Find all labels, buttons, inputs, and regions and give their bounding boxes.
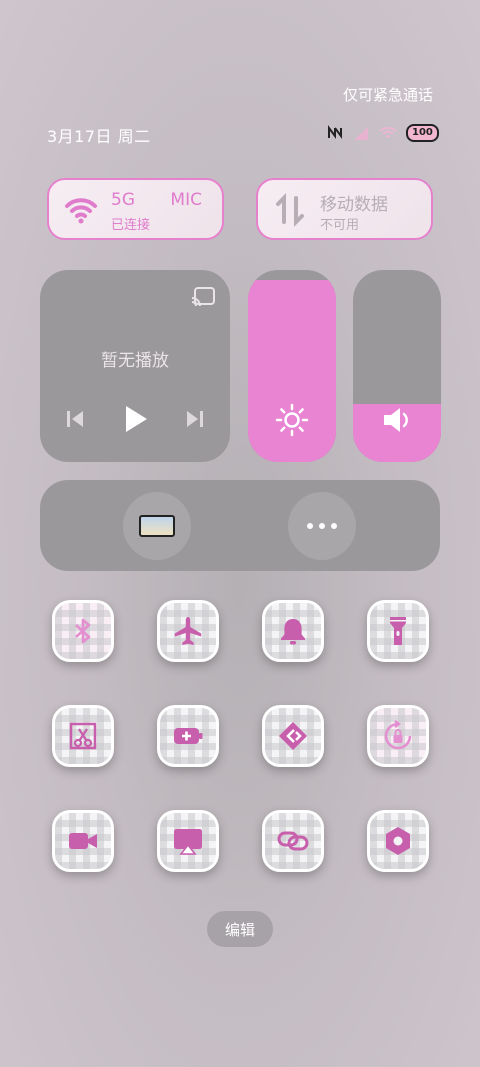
wifi-network-name: 5G xyxy=(111,190,135,210)
speaker-icon xyxy=(384,408,408,432)
sun-icon xyxy=(275,403,309,437)
mobile-data-status: 不可用 xyxy=(320,218,360,233)
volume-slider[interactable] xyxy=(353,270,441,462)
screen-mirror-button[interactable] xyxy=(123,492,191,560)
wifi-icon xyxy=(378,123,398,143)
screen-mirror-icon xyxy=(139,515,175,537)
screenshot-icon xyxy=(69,722,97,750)
screen-record-button[interactable] xyxy=(52,810,114,872)
wifi-status: 已连接 xyxy=(111,218,151,233)
airplane-icon xyxy=(174,617,202,645)
bluetooth-icon xyxy=(75,618,91,644)
screen-record-icon xyxy=(69,833,97,849)
battery-saver-toggle[interactable] xyxy=(157,705,219,767)
media-title: 暂无播放 xyxy=(101,351,169,371)
rotation-lock-icon xyxy=(384,720,412,750)
brightness-slider[interactable] xyxy=(248,270,336,462)
flashlight-icon xyxy=(390,617,406,645)
play-icon[interactable] xyxy=(120,404,150,434)
wifi-tile[interactable]: 5G MIC 已连接 xyxy=(47,178,224,240)
rotation-lock-toggle[interactable] xyxy=(367,705,429,767)
wifi-icon xyxy=(65,198,97,224)
settings-toggle[interactable] xyxy=(367,810,429,872)
nearby-share-toggle[interactable] xyxy=(262,705,324,767)
emergency-call-text: 仅可紧急通话 xyxy=(342,86,433,104)
data-arrows-icon xyxy=(276,193,304,227)
airplane-mode-toggle[interactable] xyxy=(157,600,219,662)
link-toggle[interactable] xyxy=(262,810,324,872)
status-bar: 100 xyxy=(326,122,439,144)
more-icon xyxy=(307,523,337,529)
bell-icon xyxy=(281,619,305,645)
cast-icon[interactable] xyxy=(190,286,216,308)
signal-icon xyxy=(352,123,370,143)
edit-button[interactable]: 编辑 xyxy=(207,911,273,947)
airplay-icon xyxy=(174,829,202,855)
ring-mode-toggle[interactable] xyxy=(262,600,324,662)
extra-controls-bar xyxy=(40,480,440,571)
bluetooth-toggle[interactable] xyxy=(52,600,114,662)
battery-saver-icon xyxy=(174,728,203,744)
nfc-icon xyxy=(326,123,344,143)
previous-icon[interactable] xyxy=(60,404,90,434)
media-player[interactable]: 暂无播放 xyxy=(40,270,230,462)
mobile-data-tile[interactable]: 移动数据 不可用 xyxy=(256,178,433,240)
date-text: 3月17日 周二 xyxy=(47,127,151,146)
nearby-share-icon xyxy=(279,722,307,750)
wifi-network-suffix: MIC xyxy=(170,190,202,210)
link-icon xyxy=(277,831,309,851)
airplay-button[interactable] xyxy=(157,810,219,872)
flashlight-toggle[interactable] xyxy=(367,600,429,662)
mobile-data-title: 移动数据 xyxy=(320,195,388,215)
battery-icon: 100 xyxy=(406,124,439,142)
screenshot-button[interactable] xyxy=(52,705,114,767)
settings-hex-icon xyxy=(386,827,410,855)
more-button[interactable] xyxy=(288,492,356,560)
next-icon[interactable] xyxy=(180,404,210,434)
